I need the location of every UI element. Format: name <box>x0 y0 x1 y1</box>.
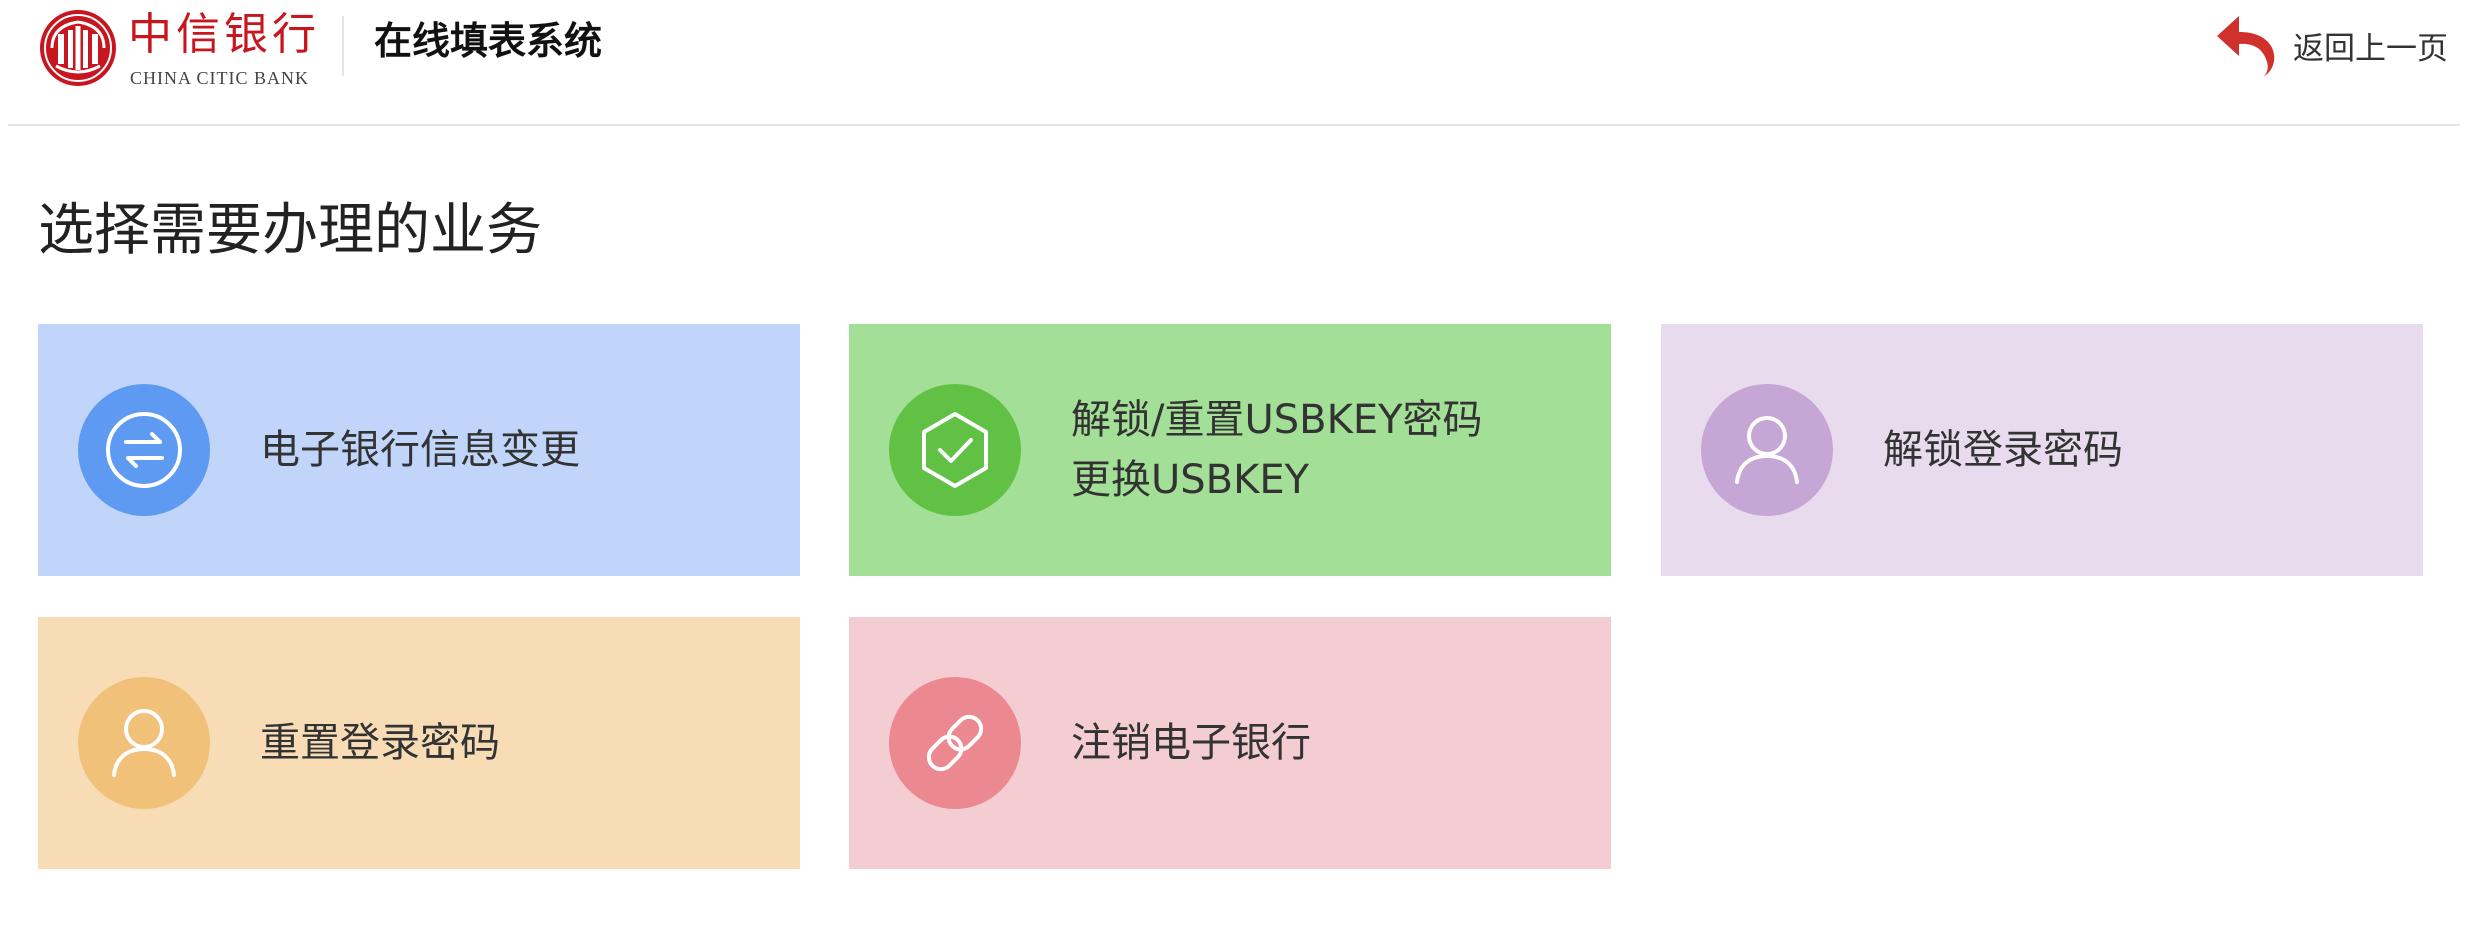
system-title: 在线填表系统 <box>374 19 603 63</box>
service-card-cancel-ebank[interactable]: 注销电子银行 <box>849 617 1611 869</box>
link-icon <box>926 714 984 772</box>
service-card-usbkey[interactable]: 解锁/重置USBKEY密码 更换USBKEY <box>849 324 1611 576</box>
service-card-ebank-info-change[interactable]: 电子银行信息变更 <box>38 324 800 576</box>
service-label: 解锁登录密码 <box>1883 427 2123 473</box>
header-divider <box>342 16 344 76</box>
bank-logo[interactable]: 中信银行 CHINA CITIC BANK <box>38 8 328 88</box>
service-label: 注销电子银行 <box>1071 720 1311 766</box>
service-card-reset-login-password[interactable]: 重置登录密码 <box>38 617 800 869</box>
service-icon-circle <box>889 677 1021 809</box>
citic-emblem-icon <box>40 10 116 86</box>
service-card-unlock-login-password[interactable]: 解锁登录密码 <box>1661 324 2423 576</box>
logo-english-name: CHINA CITIC BANK <box>130 68 310 88</box>
service-label: 电子银行信息变更 <box>260 427 580 473</box>
back-button[interactable]: 返回上一页 <box>2213 10 2448 80</box>
back-arrow-icon <box>2217 16 2275 77</box>
service-icon-circle <box>78 677 210 809</box>
service-label: 重置登录密码 <box>260 720 500 766</box>
exchange-arrows-icon <box>106 412 182 488</box>
service-label: 解锁/重置USBKEY密码 <box>1071 397 1483 443</box>
service-icon-circle <box>78 384 210 516</box>
back-label: 返回上一页 <box>2293 30 2448 67</box>
service-icon-circle <box>1701 384 1833 516</box>
user-icon <box>112 709 176 777</box>
service-label-line2: 更换USBKEY <box>1071 457 1310 503</box>
top-header: 中信银行 CHINA CITIC BANK 在线填表系统 返回上一页 <box>8 0 2460 126</box>
user-icon <box>1735 416 1799 484</box>
service-icon-circle <box>889 384 1021 516</box>
shield-check-icon <box>922 412 988 488</box>
logo-chinese-name: 中信银行 <box>128 9 320 60</box>
page-title: 选择需要办理的业务 <box>38 198 542 263</box>
